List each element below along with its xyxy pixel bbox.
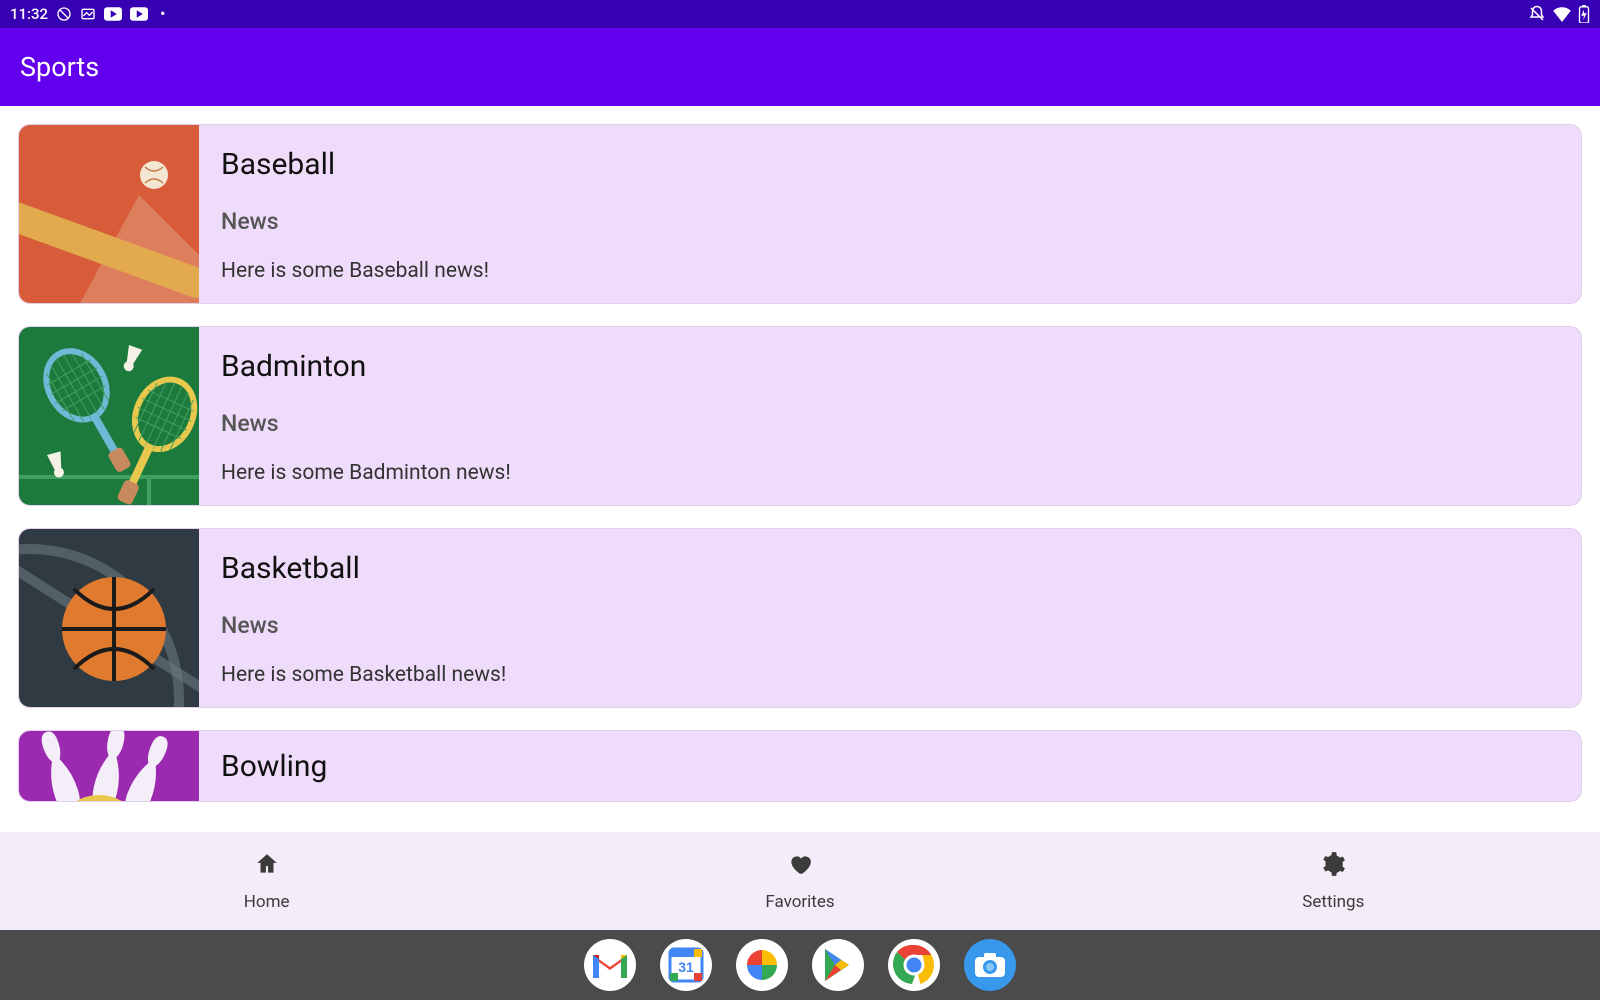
status-bar: 11:32 • — [0, 0, 1600, 28]
dock-app-camera[interactable] — [964, 939, 1016, 991]
do-not-disturb-icon — [56, 6, 72, 22]
bottom-nav-label: Home — [244, 892, 290, 912]
bottom-nav-label: Settings — [1302, 892, 1364, 912]
sport-image-bowling — [19, 731, 199, 802]
card-subtitle: News — [221, 410, 511, 437]
card-text: Here is some Baseball news! — [221, 259, 489, 283]
dock-app-play-store[interactable] — [812, 939, 864, 991]
bottom-navigation: Home Favorites Settings — [0, 832, 1600, 930]
heart-icon — [787, 851, 813, 882]
card-title: Basketball — [221, 551, 506, 586]
gear-icon — [1320, 851, 1346, 882]
dock-app-calendar[interactable]: 31 — [660, 939, 712, 991]
status-right — [1528, 5, 1590, 23]
sport-image-baseball — [19, 125, 199, 304]
bottom-nav-label: Favorites — [765, 892, 834, 912]
card-body: Bowling — [199, 731, 349, 801]
card-title: Baseball — [221, 147, 489, 182]
system-dock: 31 — [0, 930, 1600, 1000]
notifications-off-icon — [1528, 5, 1546, 23]
card-body: Baseball News Here is some Baseball news… — [199, 125, 511, 303]
dock-app-chrome[interactable] — [888, 939, 940, 991]
calendar-date-label: 31 — [678, 959, 694, 975]
card-text: Here is some Basketball news! — [221, 663, 506, 687]
content-area: Baseball News Here is some Baseball news… — [0, 106, 1600, 1000]
card-subtitle: News — [221, 612, 506, 639]
screenshot-icon — [80, 6, 96, 22]
sport-card-bowling[interactable]: Bowling — [18, 730, 1582, 802]
bottom-nav-home[interactable]: Home — [0, 832, 533, 930]
sport-card-badminton[interactable]: Badminton News Here is some Badminton ne… — [18, 326, 1582, 506]
card-text: Here is some Badminton news! — [221, 461, 511, 485]
bottom-nav-favorites[interactable]: Favorites — [533, 832, 1066, 930]
battery-charging-icon — [1578, 5, 1590, 23]
status-left: 11:32 • — [10, 5, 165, 23]
youtube-icon — [130, 7, 148, 21]
card-body: Basketball News Here is some Basketball … — [199, 529, 528, 707]
sports-list[interactable]: Baseball News Here is some Baseball news… — [0, 106, 1600, 802]
dock-app-gmail[interactable] — [584, 939, 636, 991]
youtube-icon — [104, 7, 122, 21]
card-subtitle: News — [221, 208, 489, 235]
card-body: Badminton News Here is some Badminton ne… — [199, 327, 533, 505]
dock-app-photos[interactable] — [736, 939, 788, 991]
sport-card-basketball[interactable]: Basketball News Here is some Basketball … — [18, 528, 1582, 708]
card-title: Badminton — [221, 349, 511, 384]
sport-image-basketball — [19, 529, 199, 708]
sport-image-badminton — [19, 327, 199, 506]
sport-card-baseball[interactable]: Baseball News Here is some Baseball news… — [18, 124, 1582, 304]
status-time: 11:32 — [10, 5, 48, 23]
home-icon — [254, 851, 280, 882]
app-bar-title: Sports — [20, 51, 99, 83]
wifi-icon — [1552, 6, 1572, 22]
bottom-nav-settings[interactable]: Settings — [1067, 832, 1600, 930]
status-dot: • — [156, 5, 165, 23]
card-title: Bowling — [221, 749, 327, 784]
app-bar: Sports — [0, 28, 1600, 106]
